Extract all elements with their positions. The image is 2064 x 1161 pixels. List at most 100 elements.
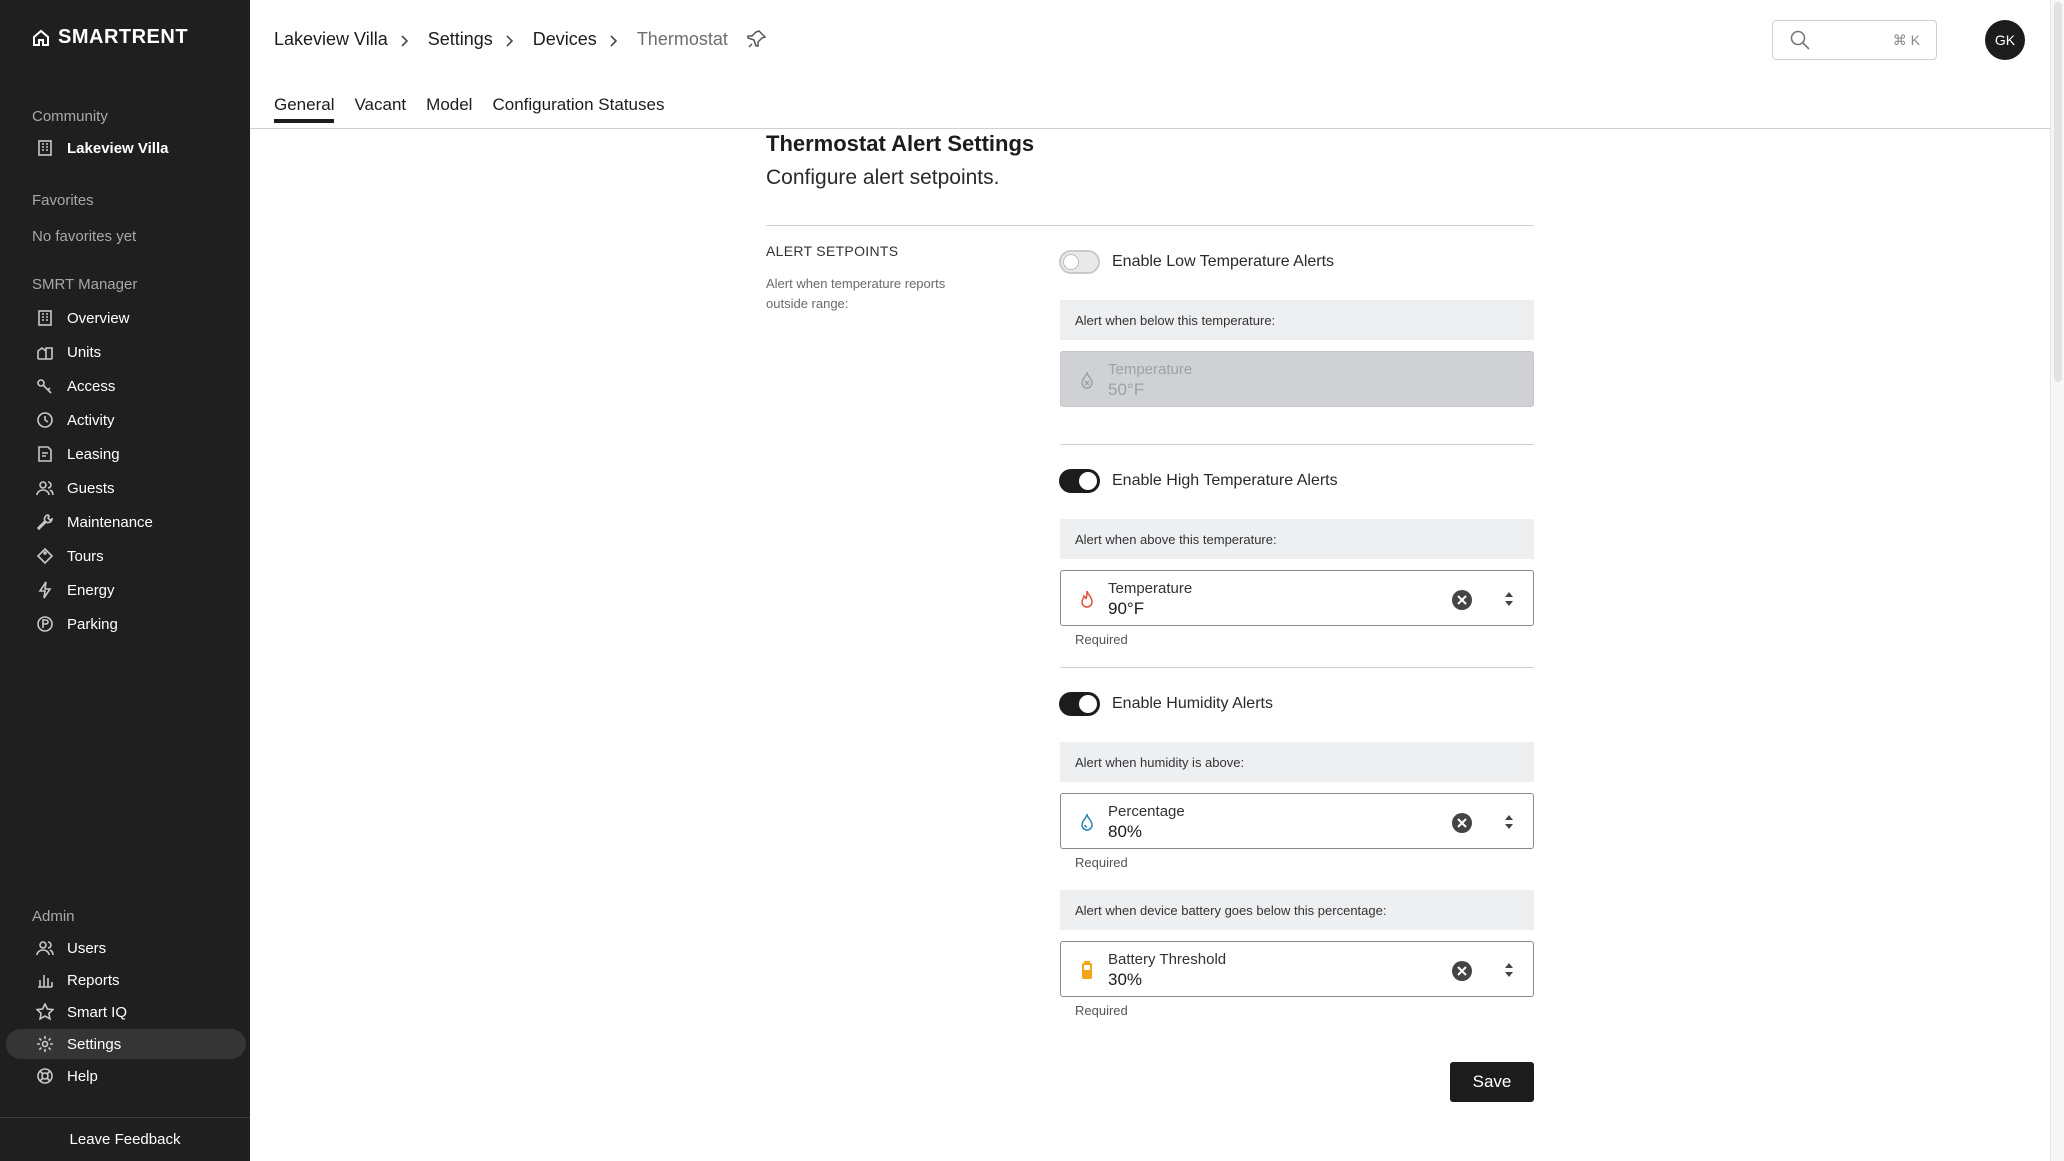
scrollbar-thumb[interactable] xyxy=(2054,2,2062,382)
sidebar-item-settings[interactable]: Settings xyxy=(6,1029,246,1059)
high-temp-required-text: Required xyxy=(1075,632,1128,647)
high-temp-hint: Alert when above this temperature: xyxy=(1060,519,1534,559)
parking-icon xyxy=(36,615,54,633)
sidebar-item-reports[interactable]: Reports xyxy=(6,965,246,995)
sidebar-item-help[interactable]: Help xyxy=(6,1061,246,1091)
stepper-icon[interactable] xyxy=(1503,814,1515,830)
high-temp-field-value: 90°F xyxy=(1108,599,1145,618)
community-selector[interactable]: Lakeview Villa xyxy=(6,133,246,163)
users-icon xyxy=(36,939,54,957)
sidebar-item-label: Units xyxy=(67,343,102,361)
key-icon xyxy=(36,377,54,395)
clear-icon[interactable] xyxy=(1451,589,1473,611)
high-temp-toggle[interactable] xyxy=(1059,469,1100,493)
sidebar-item-leasing[interactable]: Leasing xyxy=(6,439,246,469)
sidebar-item-label: Help xyxy=(67,1067,98,1085)
battery-icon xyxy=(1077,960,1097,980)
sidebar-item-users[interactable]: Users xyxy=(6,933,246,963)
water-drop-icon xyxy=(1077,812,1097,832)
avatar[interactable]: GK xyxy=(1985,20,2025,60)
community-name: Lakeview Villa xyxy=(67,139,169,157)
sidebar-item-label: Guests xyxy=(67,479,115,497)
stepper-icon[interactable] xyxy=(1503,591,1515,607)
sidebar-item-parking[interactable]: Parking xyxy=(6,609,246,639)
star-icon xyxy=(36,1003,54,1021)
sidebar-item-label: Smart IQ xyxy=(67,1003,128,1021)
clear-icon[interactable] xyxy=(1451,960,1473,982)
sidebar-item-label: Tours xyxy=(67,547,104,565)
tab-vacant[interactable]: Vacant xyxy=(354,95,406,123)
smartrent-logo[interactable]: SmartRent xyxy=(32,26,188,49)
low-temp-toggle-row[interactable]: Enable Low Temperature Alerts xyxy=(1059,250,1334,274)
humidity-field[interactable]: Percentage 80% xyxy=(1060,793,1534,849)
sidebar-item-label: Users xyxy=(67,939,107,957)
home-logo-icon xyxy=(33,29,49,46)
favorites-section-label: Favorites xyxy=(32,192,94,209)
pin-icon[interactable] xyxy=(746,28,768,50)
tab-model[interactable]: Model xyxy=(426,95,472,123)
humidity-required-text: Required xyxy=(1075,855,1128,870)
sidebar-item-label: Settings xyxy=(67,1035,122,1053)
leave-feedback-button[interactable]: Leave Feedback xyxy=(0,1117,250,1161)
chevron-right-icon xyxy=(607,32,621,47)
community-section-label: Community xyxy=(32,108,108,125)
battery-field-value: 30% xyxy=(1108,970,1143,989)
humidity-toggle[interactable] xyxy=(1059,692,1100,716)
tag-icon xyxy=(36,547,54,565)
low-temp-field-label: Temperature xyxy=(1108,361,1193,378)
sidebar-item-smart-iq[interactable]: Smart IQ xyxy=(6,997,246,1027)
high-temp-field[interactable]: Temperature 90°F xyxy=(1060,570,1534,626)
clear-icon[interactable] xyxy=(1451,812,1473,834)
stepper-icon[interactable] xyxy=(1503,962,1515,978)
building-icon xyxy=(36,139,54,157)
sidebar-item-maintenance[interactable]: Maintenance xyxy=(6,507,246,537)
tab-bar: General Vacant Model Configuration Statu… xyxy=(274,95,664,123)
building-icon xyxy=(36,309,54,327)
sidebar-item-energy[interactable]: Energy xyxy=(6,575,246,605)
save-button[interactable]: Save xyxy=(1450,1062,1534,1102)
battery-field[interactable]: Battery Threshold 30% xyxy=(1060,941,1534,997)
breadcrumb-settings[interactable]: Settings xyxy=(428,29,493,50)
bolt-icon xyxy=(36,581,54,599)
section-divider xyxy=(1060,444,1534,445)
low-temp-toggle-label: Enable Low Temperature Alerts xyxy=(1112,253,1335,270)
sidebar-item-label: Access xyxy=(67,377,116,395)
leasing-icon xyxy=(36,445,54,463)
search-box[interactable]: ⌘ K xyxy=(1772,20,1937,60)
high-temp-toggle-row[interactable]: Enable High Temperature Alerts xyxy=(1059,469,1338,493)
gear-icon xyxy=(36,1035,54,1053)
smrt-manager-section-label: SMRT Manager xyxy=(32,276,138,293)
guests-icon xyxy=(36,479,54,497)
page-scrollbar[interactable] xyxy=(2050,0,2064,1161)
brand-name: SmartRent xyxy=(58,26,189,48)
breadcrumb-devices[interactable]: Devices xyxy=(533,29,597,50)
low-temp-toggle[interactable] xyxy=(1059,250,1100,274)
sidebar-item-guests[interactable]: Guests xyxy=(6,473,246,503)
search-shortcut: ⌘ K xyxy=(1892,31,1920,48)
sidebar-item-units[interactable]: Units xyxy=(6,337,246,367)
sidebar-item-label: Reports xyxy=(67,971,120,989)
chevron-right-icon xyxy=(398,32,412,47)
alert-setpoints-label: ALERT SETPOINTS xyxy=(766,243,899,259)
sidebar-item-label: Maintenance xyxy=(67,513,153,531)
clock-icon xyxy=(36,411,54,429)
sidebar-item-access[interactable]: Access xyxy=(6,371,246,401)
humidity-toggle-row[interactable]: Enable Humidity Alerts xyxy=(1059,692,1273,716)
breadcrumb-community[interactable]: Lakeview Villa xyxy=(274,29,388,50)
admin-section-label: Admin xyxy=(32,908,75,925)
low-temp-field-value: 50°F xyxy=(1108,380,1145,399)
toggle-knob xyxy=(1063,254,1079,270)
sidebar-item-tours[interactable]: Tours xyxy=(6,541,246,571)
tab-general[interactable]: General xyxy=(274,95,335,123)
toggle-knob xyxy=(1079,695,1097,713)
sidebar-item-label: Overview xyxy=(67,309,130,327)
sidebar-item-label: Leasing xyxy=(67,445,120,463)
tab-configuration-statuses[interactable]: Configuration Statuses xyxy=(492,95,664,123)
sidebar-item-label: Activity xyxy=(67,411,115,429)
sidebar-item-label: Energy xyxy=(67,581,115,599)
sidebar-item-activity[interactable]: Activity xyxy=(6,405,246,435)
section-divider xyxy=(1060,667,1534,668)
sidebar-item-overview[interactable]: Overview xyxy=(6,303,246,333)
low-temp-field: Temperature 50°F xyxy=(1060,351,1534,407)
favorites-empty-text: No favorites yet xyxy=(32,228,137,245)
